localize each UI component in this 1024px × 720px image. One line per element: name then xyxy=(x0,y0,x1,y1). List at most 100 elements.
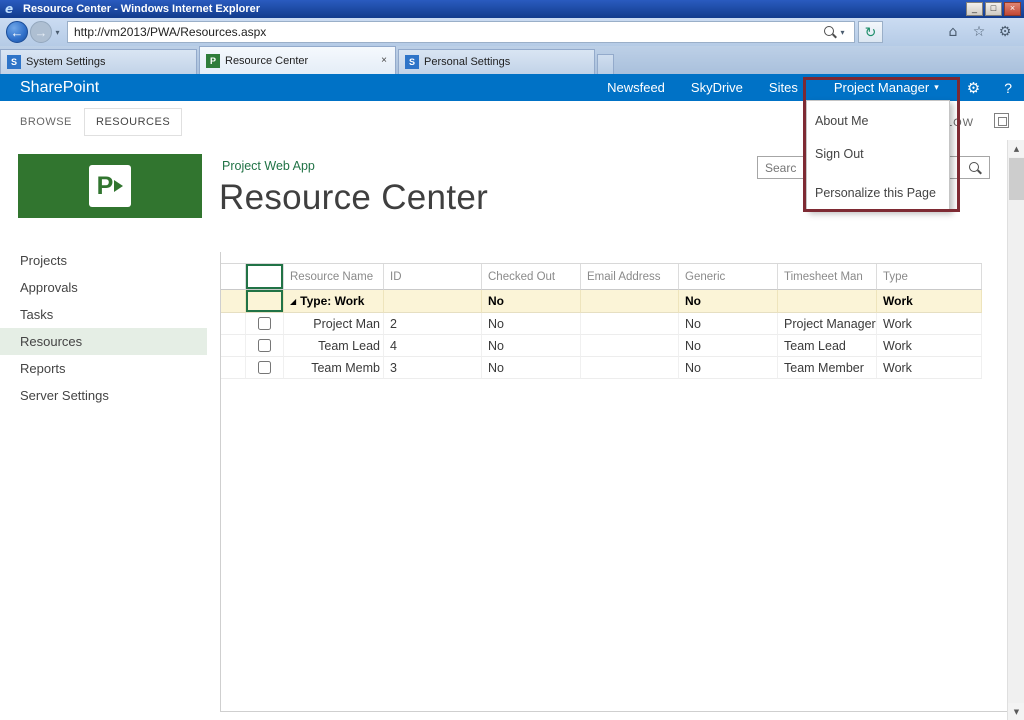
row-checkbox[interactable] xyxy=(258,317,271,330)
table-row[interactable]: Project Man 2 No No Project Manager Work xyxy=(221,313,982,335)
col-header-timesheet-manager[interactable]: Timesheet Man xyxy=(778,264,877,290)
cell-timesheet-manager: Project Manager xyxy=(778,313,877,335)
group-header-row[interactable]: ◢ Type: Work No No Work xyxy=(221,290,982,313)
new-tab-button[interactable] xyxy=(597,54,614,74)
window-title: Resource Center - Windows Internet Explo… xyxy=(23,3,261,15)
search-dropdown-icon[interactable]: ▾ xyxy=(837,28,848,37)
sharepoint-site-icon: S xyxy=(405,55,419,69)
row-header-cell xyxy=(221,290,246,313)
cell-id: 4 xyxy=(384,335,482,357)
sidebar-item-resources[interactable]: Resources xyxy=(0,328,207,355)
table-row[interactable]: Team Memb 3 No No Team Member Work xyxy=(221,357,982,379)
col-header-email[interactable]: Email Address xyxy=(581,264,679,290)
favorites-star-icon[interactable]: ☆ xyxy=(970,24,988,40)
scroll-up-icon[interactable]: ▲ xyxy=(1008,140,1024,157)
cell-type: Work xyxy=(877,335,982,357)
url-text: http://vm2013/PWA/Resources.aspx xyxy=(74,25,267,39)
tab-system-settings[interactable]: S System Settings xyxy=(0,49,197,74)
breadcrumb-app-name[interactable]: Project Web App xyxy=(222,159,315,173)
group-label: Type: Work xyxy=(300,294,365,308)
sidebar-item-server-settings[interactable]: Server Settings xyxy=(0,382,207,409)
search-magnifier-icon[interactable] xyxy=(968,161,982,175)
history-dropdown-icon[interactable]: ▾ xyxy=(52,28,63,37)
sidebar-item-approvals[interactable]: Approvals xyxy=(0,274,207,301)
minimize-button[interactable]: _ xyxy=(966,2,983,16)
group-label-cell[interactable]: ◢ Type: Work xyxy=(284,290,384,313)
col-header-type[interactable]: Type xyxy=(877,264,982,290)
sidebar-item-projects[interactable]: Projects xyxy=(0,247,207,274)
group-cell-checked-out: No xyxy=(482,290,581,313)
group-select-cell[interactable] xyxy=(246,290,284,313)
row-checkbox[interactable] xyxy=(258,339,271,352)
settings-gear-icon[interactable]: ⚙ xyxy=(967,79,980,97)
col-header-resource-name[interactable]: Resource Name xyxy=(284,264,384,290)
row-header-cell[interactable] xyxy=(221,357,246,379)
newsfeed-link[interactable]: Newsfeed xyxy=(607,80,665,95)
sidebar-item-reports[interactable]: Reports xyxy=(0,355,207,382)
cell-checked-out: No xyxy=(482,357,581,379)
url-input[interactable]: http://vm2013/PWA/Resources.aspx ▾ xyxy=(67,21,855,43)
tab-close-icon[interactable]: × xyxy=(379,55,389,66)
cell-generic: No xyxy=(679,335,778,357)
sidebar-item-tasks[interactable]: Tasks xyxy=(0,301,207,328)
cell-resource-name[interactable]: Team Lead xyxy=(284,335,384,357)
group-cell-generic: No xyxy=(679,290,778,313)
back-button[interactable]: ← xyxy=(6,21,28,43)
project-logo-letter: P xyxy=(96,171,114,200)
tab-resource-center[interactable]: P Resource Center × xyxy=(199,46,396,74)
user-dropdown-menu: About Me Sign Out Personalize this Page xyxy=(806,100,950,211)
table-row[interactable]: Team Lead 4 No No Team Lead Work xyxy=(221,335,982,357)
ribbon-tab-browse[interactable]: BROWSE xyxy=(20,116,72,128)
row-header-corner[interactable] xyxy=(221,264,246,290)
group-cell-email xyxy=(581,290,679,313)
help-icon[interactable]: ? xyxy=(1004,80,1012,96)
tab-personal-settings[interactable]: S Personal Settings xyxy=(398,49,595,74)
group-expand-icon[interactable]: ◢ xyxy=(290,297,296,306)
window-titlebar[interactable]: e Resource Center - Windows Internet Exp… xyxy=(0,0,1024,18)
row-checkbox[interactable] xyxy=(258,361,271,374)
maximize-button[interactable]: □ xyxy=(985,2,1002,16)
scrollbar-thumb[interactable] xyxy=(1009,158,1024,200)
refresh-button[interactable]: ↻ xyxy=(858,21,883,43)
user-menu-button[interactable]: Project Manager ▾ xyxy=(834,80,939,95)
address-bar: ← → ▾ http://vm2013/PWA/Resources.aspx ▾… xyxy=(0,18,1024,46)
user-menu-label: Project Manager xyxy=(833,80,930,95)
focus-on-content-icon[interactable] xyxy=(994,113,1009,128)
project-logo-arrow-icon xyxy=(114,180,124,192)
vertical-scrollbar[interactable]: ▲ ▼ xyxy=(1007,140,1024,720)
pwa-logo[interactable]: P xyxy=(18,154,202,218)
col-header-generic[interactable]: Generic xyxy=(679,264,778,290)
row-header-cell[interactable] xyxy=(221,313,246,335)
cell-timesheet-manager: Team Lead xyxy=(778,335,877,357)
group-cell-type: Work xyxy=(877,290,982,313)
skydrive-link[interactable]: SkyDrive xyxy=(691,80,743,95)
search-placeholder: Searc xyxy=(765,160,797,175)
menu-item-sign-out[interactable]: Sign Out xyxy=(815,147,864,161)
col-header-id[interactable]: ID xyxy=(384,264,482,290)
cell-resource-name[interactable]: Project Man xyxy=(284,313,384,335)
resource-grid-pane: Resource Name ID Checked Out Email Addre… xyxy=(220,252,1007,712)
cell-email xyxy=(581,335,679,357)
row-header-cell[interactable] xyxy=(221,335,246,357)
scroll-down-icon[interactable]: ▼ xyxy=(1008,703,1024,720)
search-icon[interactable] xyxy=(823,25,837,39)
select-all-cell[interactable] xyxy=(246,264,284,290)
cell-id: 2 xyxy=(384,313,482,335)
home-icon[interactable]: ⌂ xyxy=(944,24,962,40)
sites-link[interactable]: Sites xyxy=(769,80,798,95)
tools-gear-icon[interactable]: ⚙ xyxy=(996,24,1014,40)
col-header-checked-out[interactable]: Checked Out xyxy=(482,264,581,290)
forward-button[interactable]: → xyxy=(30,21,52,43)
menu-item-about-me[interactable]: About Me xyxy=(815,114,869,128)
cell-checked-out: No xyxy=(482,313,581,335)
ribbon-tab-resources[interactable]: RESOURCES xyxy=(84,108,183,136)
cell-id: 3 xyxy=(384,357,482,379)
cell-resource-name[interactable]: Team Memb xyxy=(284,357,384,379)
follow-action-partial[interactable]: LOW xyxy=(946,117,974,129)
close-button[interactable]: × xyxy=(1004,2,1021,16)
table-header-row: Resource Name ID Checked Out Email Addre… xyxy=(221,263,982,290)
sharepoint-brand[interactable]: SharePoint xyxy=(20,79,99,97)
browser-window: e Resource Center - Windows Internet Exp… xyxy=(0,0,1024,720)
menu-item-personalize[interactable]: Personalize this Page xyxy=(815,186,936,200)
sharepoint-suite-bar: SharePoint Newsfeed SkyDrive Sites Proje… xyxy=(0,74,1024,101)
